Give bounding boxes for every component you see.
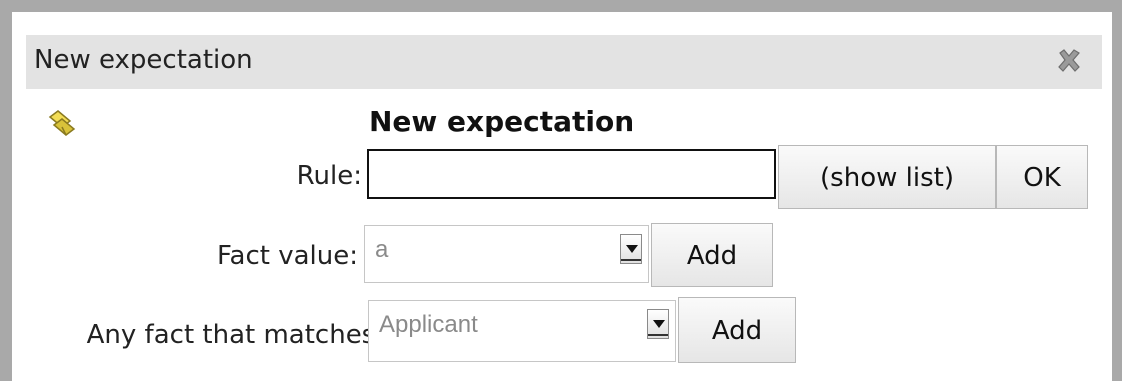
rule-scroll-icon bbox=[48, 110, 76, 136]
dialog-title: New expectation bbox=[34, 45, 253, 75]
dialog-bottom-edge bbox=[0, 381, 1122, 388]
show-list-button[interactable]: (show list) bbox=[778, 145, 996, 209]
rule-input[interactable] bbox=[367, 149, 776, 199]
any-fact-add-button[interactable]: Add bbox=[678, 297, 796, 363]
new-expectation-dialog: New expectation New expectation Rule: (s… bbox=[26, 25, 1104, 381]
fact-value-select[interactable]: a bbox=[364, 225, 649, 283]
close-icon[interactable] bbox=[1054, 45, 1084, 75]
chevron-down-icon[interactable] bbox=[620, 234, 642, 264]
fact-value-label: Fact value: bbox=[216, 241, 358, 271]
fact-value-add-button[interactable]: Add bbox=[651, 223, 773, 287]
any-fact-select[interactable]: Applicant bbox=[368, 300, 676, 362]
rule-label: Rule: bbox=[296, 161, 362, 191]
any-fact-label: Any fact that matches: bbox=[86, 320, 384, 350]
chevron-down-icon[interactable] bbox=[647, 309, 669, 339]
dialog-titlebar[interactable]: New expectation bbox=[26, 35, 1102, 89]
ok-button[interactable]: OK bbox=[996, 145, 1088, 209]
form-heading: New expectation bbox=[369, 105, 635, 138]
fact-value-selected: a bbox=[375, 236, 389, 263]
any-fact-selected: Applicant bbox=[379, 311, 478, 338]
